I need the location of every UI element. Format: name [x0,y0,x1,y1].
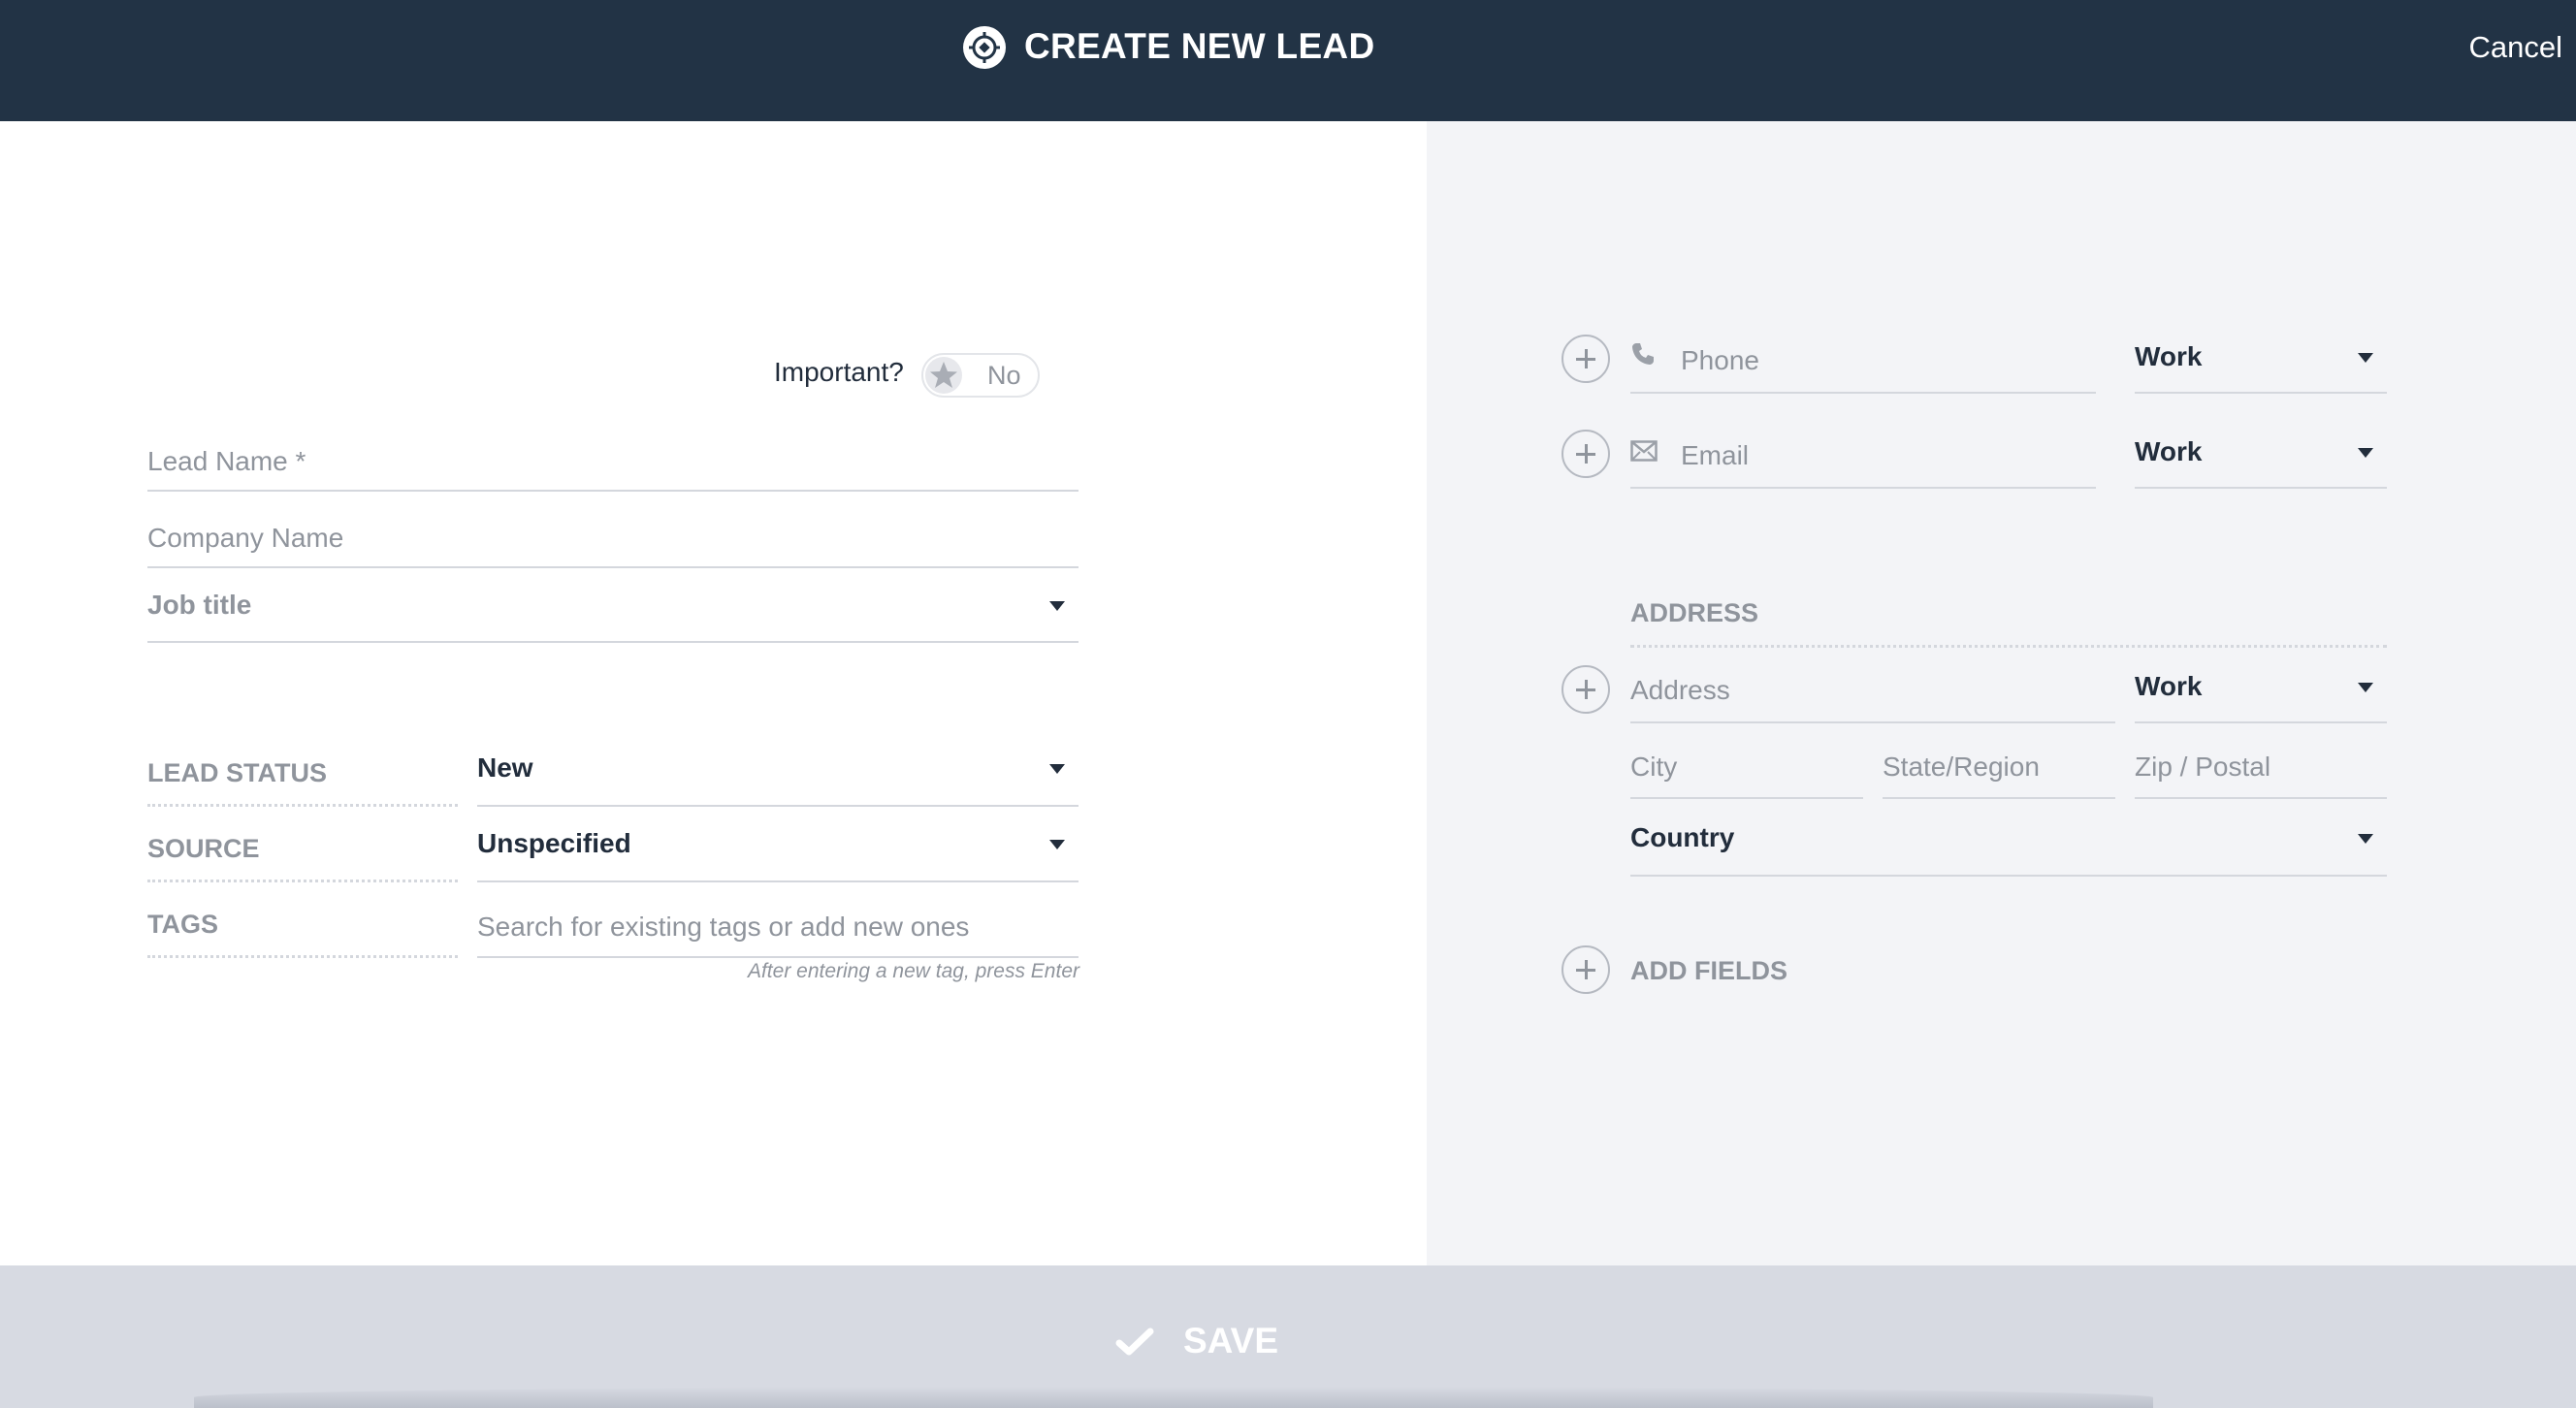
save-label: SAVE [1183,1321,1279,1360]
tags-input[interactable] [477,898,1079,958]
toggle-knob [925,357,962,394]
tags-hint: After entering a new tag, press Enter [747,960,1079,982]
email-type-select[interactable]: Work [2135,425,2387,489]
crosshair-circle-icon [963,26,1006,69]
phone-type-select[interactable]: Work [2135,330,2387,394]
job-title-select[interactable]: Job title [147,582,1079,643]
chevron-down-icon [1049,601,1065,611]
email-type-value: Work [2135,436,2203,466]
phone-input[interactable] [1630,330,2096,394]
city-input[interactable] [1630,737,1863,799]
tags-label: TAGS [147,910,458,958]
job-title-placeholder: Job title [147,590,252,620]
chevron-down-icon [2358,834,2373,844]
address-type-value: Work [2135,671,2203,701]
source-value: Unspecified [477,828,631,858]
page-title: CREATE NEW LEAD [1024,26,1375,66]
chevron-down-icon [2358,683,2373,692]
add-email-button[interactable] [1562,430,1610,478]
lead-status-value: New [477,752,533,783]
lead-status-label: LEAD STATUS [147,758,458,807]
star-icon [930,362,957,388]
add-fields-button[interactable] [1562,945,1610,994]
add-fields-link[interactable]: ADD FIELDS [1630,956,1787,986]
chevron-down-icon [1049,764,1065,774]
country-select[interactable]: Country [1630,813,2387,877]
footer-shadow [194,1387,2153,1408]
address-type-select[interactable]: Work [2135,659,2387,723]
lead-details-panel [0,121,1427,1265]
top-bar: CREATE NEW LEAD Cancel [0,0,2576,121]
toggle-state-text: No [987,361,1021,390]
add-phone-button[interactable] [1562,335,1610,383]
add-address-button[interactable] [1562,665,1610,714]
address-input[interactable] [1630,659,2115,723]
lead-name-input[interactable] [147,433,1079,492]
important-toggle[interactable]: No [921,353,1040,398]
phone-type-value: Work [2135,341,2203,371]
cancel-link[interactable]: Cancel [2469,26,2563,69]
source-select[interactable]: Unspecified [477,826,1079,882]
chevron-down-icon [2358,448,2373,458]
chevron-down-icon [1049,840,1065,849]
zip-postal-input[interactable] [2135,737,2387,799]
company-name-input[interactable] [147,510,1079,568]
email-input[interactable] [1630,425,2096,489]
address-section-heading: ADDRESS [1630,598,1759,627]
important-label: Important? [774,357,904,387]
country-value: Country [1630,822,1735,852]
source-label: SOURCE [147,834,458,882]
address-divider [1630,645,2387,648]
checkmark-icon [1115,1328,1154,1356]
state-region-input[interactable] [1883,737,2115,799]
save-button[interactable]: SAVE [1115,1314,1278,1368]
chevron-down-icon [2358,353,2373,363]
lead-status-select[interactable]: New [477,751,1079,807]
